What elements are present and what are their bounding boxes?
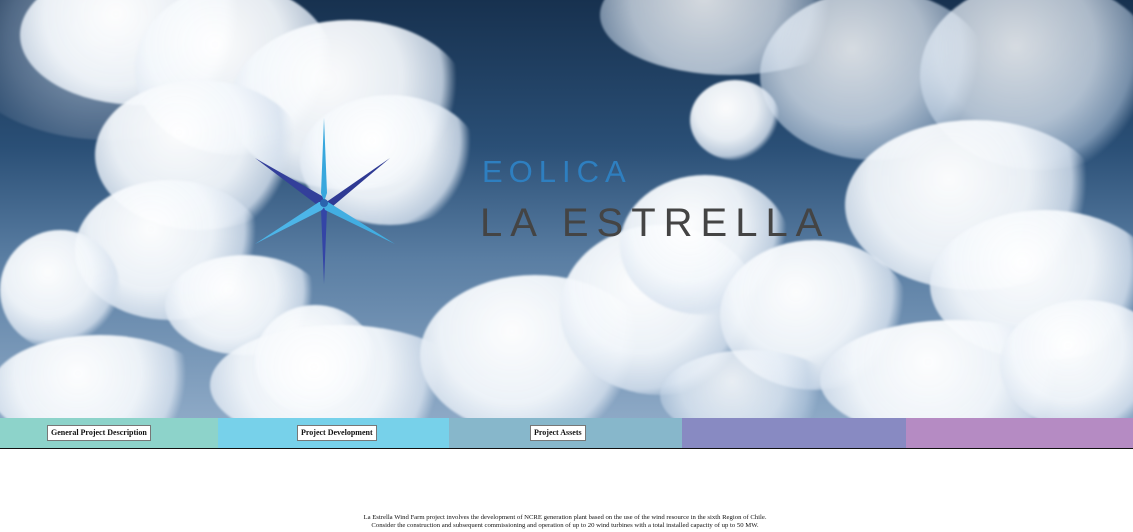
brand-subtitle: EOLICA bbox=[482, 154, 632, 189]
project-description-line: Consider the construction and subsequent… bbox=[371, 522, 759, 529]
tab-label: Project Development bbox=[297, 425, 377, 441]
cloud bbox=[690, 80, 780, 160]
project-description: La Estrella Wind Farm project involves t… bbox=[220, 514, 910, 530]
project-description-line: La Estrella Wind Farm project involves t… bbox=[363, 514, 767, 521]
brand-title: LA ESTRELLA bbox=[480, 201, 831, 245]
cloud-sky-hero: EOLICA LA ESTRELLA bbox=[0, 0, 1133, 418]
cloud bbox=[0, 335, 210, 418]
tab-project-assets[interactable]: Project Assets bbox=[449, 418, 682, 449]
tab-general-project-description[interactable]: General Project Description bbox=[0, 418, 218, 449]
section-navigation: General Project Description Project Deve… bbox=[0, 418, 1133, 450]
tab-unlabeled-purple[interactable] bbox=[682, 418, 906, 449]
cloud bbox=[0, 230, 120, 350]
tab-project-development[interactable]: Project Development bbox=[218, 418, 449, 449]
tab-unlabeled-violet[interactable] bbox=[906, 418, 1133, 449]
tab-label: General Project Description bbox=[47, 425, 151, 441]
tab-label: Project Assets bbox=[530, 425, 586, 441]
project-homepage: EOLICA LA ESTRELLA General Project Descr… bbox=[0, 0, 1133, 532]
six-point-blue-star-icon bbox=[255, 118, 395, 284]
